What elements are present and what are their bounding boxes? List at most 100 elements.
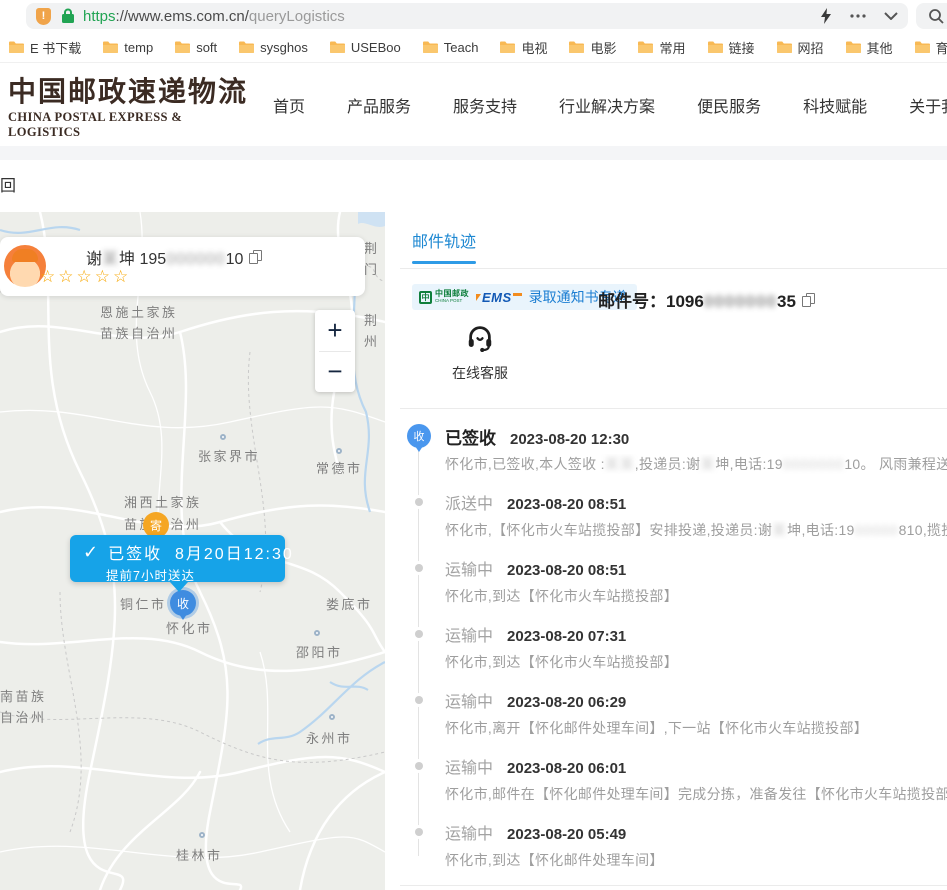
chevron-down-icon[interactable] (884, 12, 898, 20)
tab-mail-track[interactable]: 邮件轨迹 (412, 228, 476, 262)
map-city-dot (199, 832, 205, 838)
bookmark-label: Teach (444, 40, 479, 55)
ems-brand-text: EMS (482, 290, 512, 305)
tracking-map[interactable]: 恩施土家族 苗族自治州荆门荆州张家界市常德市湘西土家族苗族自治州铜仁市怀化市娄底… (0, 212, 385, 890)
bookmark-item[interactable]: 链接 (707, 38, 755, 57)
mail-number-text: 邮件号：1096000000035 (598, 287, 796, 312)
copy-phone-icon[interactable] (249, 250, 261, 264)
tab-active-underline (412, 261, 476, 264)
site-warning-shield-icon[interactable]: ! (36, 8, 51, 25)
search-icon (928, 8, 944, 24)
folder-icon (499, 40, 516, 54)
nav-item[interactable]: 首页 (273, 93, 305, 117)
bookmark-item[interactable]: E 书下载 (8, 38, 81, 57)
china-post-cn: 中国邮政 (435, 290, 469, 298)
map-zoom-control: + − (315, 310, 355, 392)
timeline-status: 已签收 (445, 424, 496, 449)
bookmark-item[interactable]: USEBoo (329, 40, 401, 55)
timeline-entry: 运输中 2023-08-20 06:29 怀化市,离开【怀化邮件处理车间】,下一… (407, 688, 947, 738)
nav-item[interactable]: 服务支持 (453, 93, 517, 117)
url-scheme: https (83, 8, 116, 25)
zoom-in-button[interactable]: + (315, 310, 355, 351)
address-bar-actions (820, 8, 898, 24)
nav-item[interactable]: 关于我们 (909, 93, 947, 117)
timeline-detail: 怀化市,邮件在【怀化邮件处理车间】完成分拣，准备发往【怀化市火车站揽投部】 (445, 784, 947, 804)
online-service[interactable]: 在线客服 (440, 322, 520, 383)
map-city-dot (220, 434, 226, 440)
bookmark-item[interactable]: 网招 (776, 38, 824, 57)
copy-mailno-icon[interactable] (802, 293, 814, 307)
timeline-time: 2023-08-20 08:51 (507, 496, 626, 513)
bookmark-label: 常用 (659, 38, 685, 57)
folder-icon (845, 40, 862, 54)
timeline-entry-header: 运输中 2023-08-20 06:01 (445, 754, 947, 776)
more-options-icon[interactable] (850, 14, 866, 18)
timeline-time: 2023-08-20 08:51 (507, 562, 626, 579)
ems-logo[interactable]: 中国邮政速递物流 CHINA POSTAL EXPRESS & LOGISTIC… (8, 76, 258, 140)
timeline-entry: 运输中 2023-08-20 06:01 怀化市,邮件在【怀化邮件处理车间】完成… (407, 754, 947, 804)
timeline-detail: 怀化市,到达【怀化邮件处理车间】 (445, 850, 947, 870)
bookmark-label: soft (196, 40, 217, 55)
china-post-mark-icon: 中 (419, 291, 432, 304)
map-region-label: 永州市 (306, 728, 353, 749)
folder-icon (568, 40, 585, 54)
bookmark-item[interactable]: 育儿 (914, 38, 947, 57)
address-bar[interactable]: ! https://www.ems.com.cn/queryLogistics (26, 3, 908, 29)
timeline-marker (415, 498, 423, 506)
site-header: 中国邮政速递物流 CHINA POSTAL EXPRESS & LOGISTIC… (0, 62, 947, 146)
bookmark-label: 其他 (867, 38, 893, 57)
nav-item[interactable]: 科技赋能 (803, 93, 867, 117)
browser-toolbar: ! https://www.ems.com.cn/queryLogistics (0, 0, 947, 32)
bookmark-item[interactable]: 其他 (845, 38, 893, 57)
timeline-marker: 收 (407, 424, 431, 448)
bookmark-item[interactable]: temp (102, 40, 153, 55)
timeline-entry: 运输中 2023-08-20 05:49 怀化市,到达【怀化邮件处理车间】 (407, 820, 947, 870)
china-post-en: CHINA POST (435, 299, 469, 304)
map-city-dot (336, 448, 342, 454)
bookmark-item[interactable]: soft (174, 40, 217, 55)
bookmark-item[interactable]: sysghos (238, 40, 308, 55)
timeline-entry-header: 运输中 2023-08-20 06:29 (445, 688, 947, 710)
nav-item[interactable]: 便民服务 (697, 93, 761, 117)
bookmark-item[interactable]: 常用 (637, 38, 685, 57)
bookmarks-bar: E 书下载 temp soft sysghos USEBoo Teach 电视 … (0, 32, 947, 62)
folder-icon (8, 40, 25, 54)
bookmark-label: 电影 (590, 38, 616, 57)
map-city-dot (314, 630, 320, 636)
courier-info-card[interactable]: 谢某坤 19500000010 ☆☆☆☆☆ (0, 237, 365, 296)
timeline-entry: 收 已签收 2023-08-20 12:30 怀化市,已签收,本人签收 :某某,… (407, 424, 947, 474)
timeline-marker (415, 564, 423, 572)
nav-item[interactable]: 产品服务 (347, 93, 411, 117)
bookmark-item[interactable]: Teach (422, 40, 479, 55)
bookmark-label: 网招 (798, 38, 824, 57)
map-city-dot (329, 714, 335, 720)
timeline-status: 派送中 (445, 490, 493, 514)
courier-rating-stars: ☆☆☆☆☆ (40, 267, 131, 287)
timeline-detail: 怀化市,已签收,本人签收 :某某,投递员:谢某坤,电话:19000000010。… (445, 454, 947, 474)
china-post-logo: 中 中国邮政 CHINA POST (419, 290, 469, 304)
map-region-label: 荆门 (364, 238, 385, 280)
nav-item[interactable]: 行业解决方案 (559, 93, 655, 117)
browser-search-button[interactable] (916, 3, 947, 29)
bookmark-item[interactable]: 电影 (568, 38, 616, 57)
headset-icon (465, 322, 495, 357)
url-host: ://www.ems.com.cn/ (116, 8, 249, 25)
online-service-label: 在线客服 (440, 363, 520, 383)
url-text[interactable]: https://www.ems.com.cn/queryLogistics (83, 8, 808, 25)
bookmark-label: temp (124, 40, 153, 55)
back-button[interactable]: 回 (0, 172, 16, 196)
map-region-label: 娄底市 (326, 594, 373, 615)
timeline-marker (415, 630, 423, 638)
folder-icon (707, 40, 724, 54)
timeline-entry-header: 已签收 2023-08-20 12:30 (445, 424, 947, 446)
folder-icon (776, 40, 793, 54)
map-region-label: 张家界市 (198, 446, 260, 467)
timeline-time: 2023-08-20 07:31 (507, 628, 626, 645)
delivery-status-bubble: ✓ 已签收 8月20日12:30 提前7小时送达 (70, 535, 285, 582)
bookmark-item[interactable]: 电视 (499, 38, 547, 57)
folder-icon (422, 40, 439, 54)
lightning-icon[interactable] (820, 8, 832, 24)
receiver-map-marker[interactable]: 收 (170, 590, 196, 616)
zoom-out-button[interactable]: − (315, 352, 355, 393)
timeline-entry-header: 派送中 2023-08-20 08:51 (445, 490, 947, 512)
